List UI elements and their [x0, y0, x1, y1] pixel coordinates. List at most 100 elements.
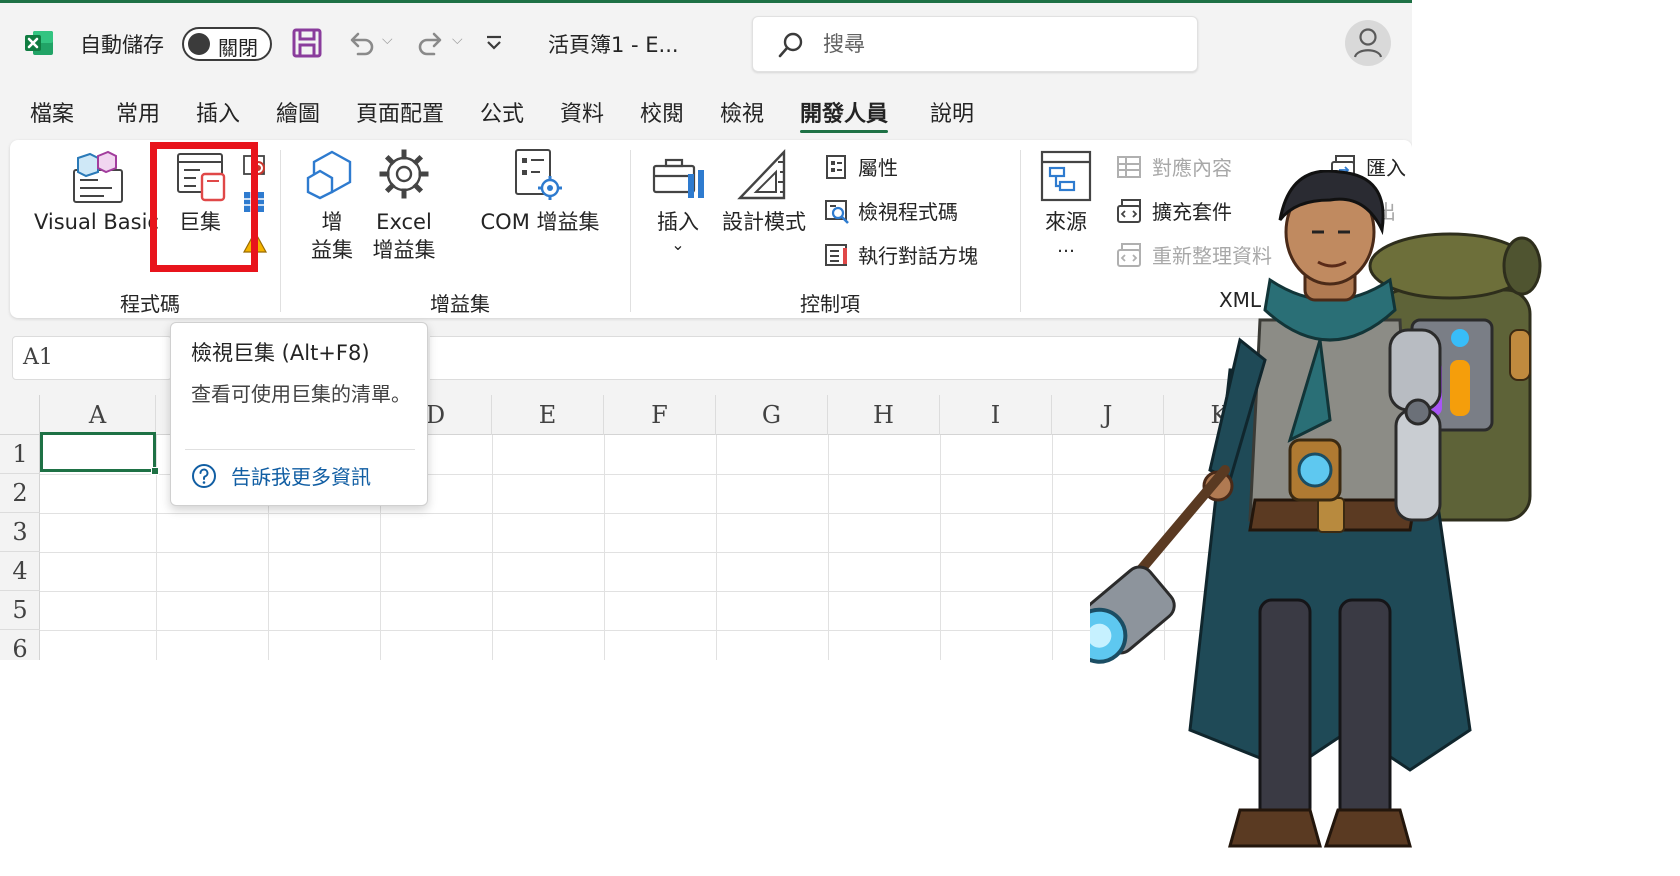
- grid-line: [1052, 435, 1053, 660]
- save-icon[interactable]: [290, 26, 324, 60]
- code-group-label: 程式碼: [120, 292, 180, 316]
- tab-review[interactable]: 校閱: [640, 96, 684, 132]
- redo-icon[interactable]: [414, 26, 448, 60]
- insert-controls-label: 插入: [657, 210, 699, 234]
- tab-developer[interactable]: 開發人員: [800, 96, 889, 133]
- tab-formulas[interactable]: 公式: [480, 96, 524, 132]
- insert-controls-dropdown-chevron-icon: ⌄: [671, 235, 685, 254]
- tell-me-more-label: 告訴我更多資訊: [231, 465, 371, 489]
- addins-group-label: 增益集: [430, 292, 490, 316]
- ribbon-tabs: 檔案 常用 插入 繪圖 頁面配置 公式 資料 校閱 檢視 開發人員 說明: [0, 96, 1412, 133]
- row-headers: 1 2 3 4 5 6: [0, 435, 40, 660]
- tell-me-more-link[interactable]: 告訴我更多資訊: [191, 461, 371, 490]
- insert-controls-toolbox-icon: [650, 152, 708, 208]
- row-header[interactable]: 6: [0, 630, 40, 660]
- xml-source-icon: [1038, 148, 1094, 208]
- window-accent-line: [0, 0, 1412, 3]
- column-header[interactable]: I: [940, 395, 1052, 435]
- grid-line: [492, 435, 493, 660]
- run-dialog-label: 執行對話方塊: [858, 244, 978, 268]
- column-header[interactable]: F: [604, 395, 716, 435]
- addins-icon: [304, 148, 360, 208]
- name-box[interactable]: A1: [12, 336, 172, 380]
- autosave-state-label: 關閉: [218, 36, 258, 60]
- design-mode-button[interactable]: 設計模式: [716, 208, 812, 236]
- select-all-corner[interactable]: [0, 395, 40, 435]
- grid-line: [828, 435, 829, 660]
- tab-page-layout[interactable]: 頁面配置: [356, 96, 444, 132]
- row-header[interactable]: 1: [0, 435, 40, 474]
- autosave-toggle[interactable]: 關閉: [182, 27, 272, 61]
- com-addins-icon: [510, 146, 566, 208]
- tab-home[interactable]: 常用: [116, 96, 160, 132]
- column-header[interactable]: E: [492, 395, 604, 435]
- customize-quick-access-icon[interactable]: [482, 30, 506, 56]
- person-icon: [1353, 28, 1383, 58]
- addins-label-line2: 益集: [311, 238, 353, 262]
- xml-source-more: …: [1057, 236, 1075, 257]
- undo-dropdown-chevron-icon[interactable]: ⌵: [382, 32, 393, 48]
- redo-dropdown-chevron-icon[interactable]: ⌵: [452, 32, 463, 48]
- group-separator: [1020, 150, 1021, 312]
- tab-help[interactable]: 說明: [930, 96, 974, 132]
- user-avatar[interactable]: [1345, 20, 1391, 66]
- search-input[interactable]: [823, 29, 1163, 59]
- visual-basic-button[interactable]: Visual Basic: [34, 208, 159, 236]
- design-mode-icon: [734, 146, 792, 208]
- excel-addins-label-line1: Excel: [376, 210, 432, 234]
- excel-addins-button[interactable]: Excel 增益集: [368, 208, 440, 264]
- grid-line: [940, 435, 941, 660]
- tooltip-divider: [185, 449, 415, 450]
- tab-file[interactable]: 檔案: [30, 96, 74, 132]
- column-header[interactable]: A: [40, 395, 156, 435]
- run-dialog-icon: [825, 243, 847, 266]
- view-code-button[interactable]: 檢視程式碼: [824, 196, 958, 225]
- undo-icon[interactable]: [344, 26, 378, 60]
- group-separator: [280, 150, 281, 312]
- grid-line: [716, 435, 717, 660]
- document-title: 活頁簿1 - E...: [548, 33, 679, 57]
- view-code-label: 檢視程式碼: [858, 200, 958, 224]
- view-code-icon: [825, 199, 849, 224]
- column-header[interactable]: H: [828, 395, 940, 435]
- help-question-icon: [192, 463, 216, 488]
- addins-label-line1: 增: [321, 210, 343, 234]
- insert-controls-button[interactable]: 插入 ⌄: [648, 208, 708, 254]
- xml-source-button[interactable]: 來源 …: [1036, 208, 1096, 258]
- search-box[interactable]: [752, 16, 1198, 72]
- excel-logo-icon: [24, 28, 54, 58]
- active-cell-a1[interactable]: [40, 432, 159, 475]
- autosave-label: 自動儲存: [80, 33, 164, 57]
- tab-data[interactable]: 資料: [560, 96, 604, 132]
- xml-source-label: 來源: [1045, 210, 1087, 234]
- fill-handle[interactable]: [151, 467, 159, 475]
- group-separator: [630, 150, 631, 312]
- excel-addins-gear-icon: [376, 146, 432, 208]
- macros-tooltip: 檢視巨集 (Alt+F8) 查看可使用巨集的清單。 告訴我更多資訊: [170, 322, 428, 506]
- grid-line: [604, 435, 605, 660]
- tab-view[interactable]: 檢視: [720, 96, 764, 132]
- tab-insert[interactable]: 插入: [196, 96, 240, 132]
- column-header[interactable]: G: [716, 395, 828, 435]
- tooltip-description: 查看可使用巨集的清單。: [191, 382, 411, 406]
- controls-group-label: 控制項: [800, 292, 860, 316]
- macros-highlight-annotation: [150, 142, 258, 272]
- excel-addins-label-line2: 增益集: [372, 238, 436, 262]
- properties-label: 屬性: [858, 156, 898, 180]
- properties-button[interactable]: 屬性: [824, 152, 898, 181]
- row-header[interactable]: 2: [0, 474, 40, 513]
- addins-button[interactable]: 增 益集: [308, 208, 356, 264]
- screenshot-stage: 自動儲存 關閉 ⌵ ⌵ 活頁簿1 - E... 搜尋 檔案 常用 插入 繪圖 頁…: [0, 0, 1680, 876]
- row-header[interactable]: 3: [0, 513, 40, 552]
- row-header[interactable]: 5: [0, 591, 40, 630]
- properties-icon: [826, 154, 846, 179]
- toggle-knob: [188, 33, 210, 55]
- steampunk-adventurer-illustration: [1071, 169, 1570, 876]
- com-addins-button[interactable]: COM 增益集: [470, 208, 610, 236]
- tooltip-title: 檢視巨集 (Alt+F8): [191, 341, 370, 365]
- run-dialog-button[interactable]: 執行對話方塊: [824, 240, 978, 269]
- visual-basic-icon: [68, 150, 128, 210]
- row-header[interactable]: 4: [0, 552, 40, 591]
- search-icon: [778, 32, 803, 58]
- tab-draw[interactable]: 繪圖: [276, 96, 320, 132]
